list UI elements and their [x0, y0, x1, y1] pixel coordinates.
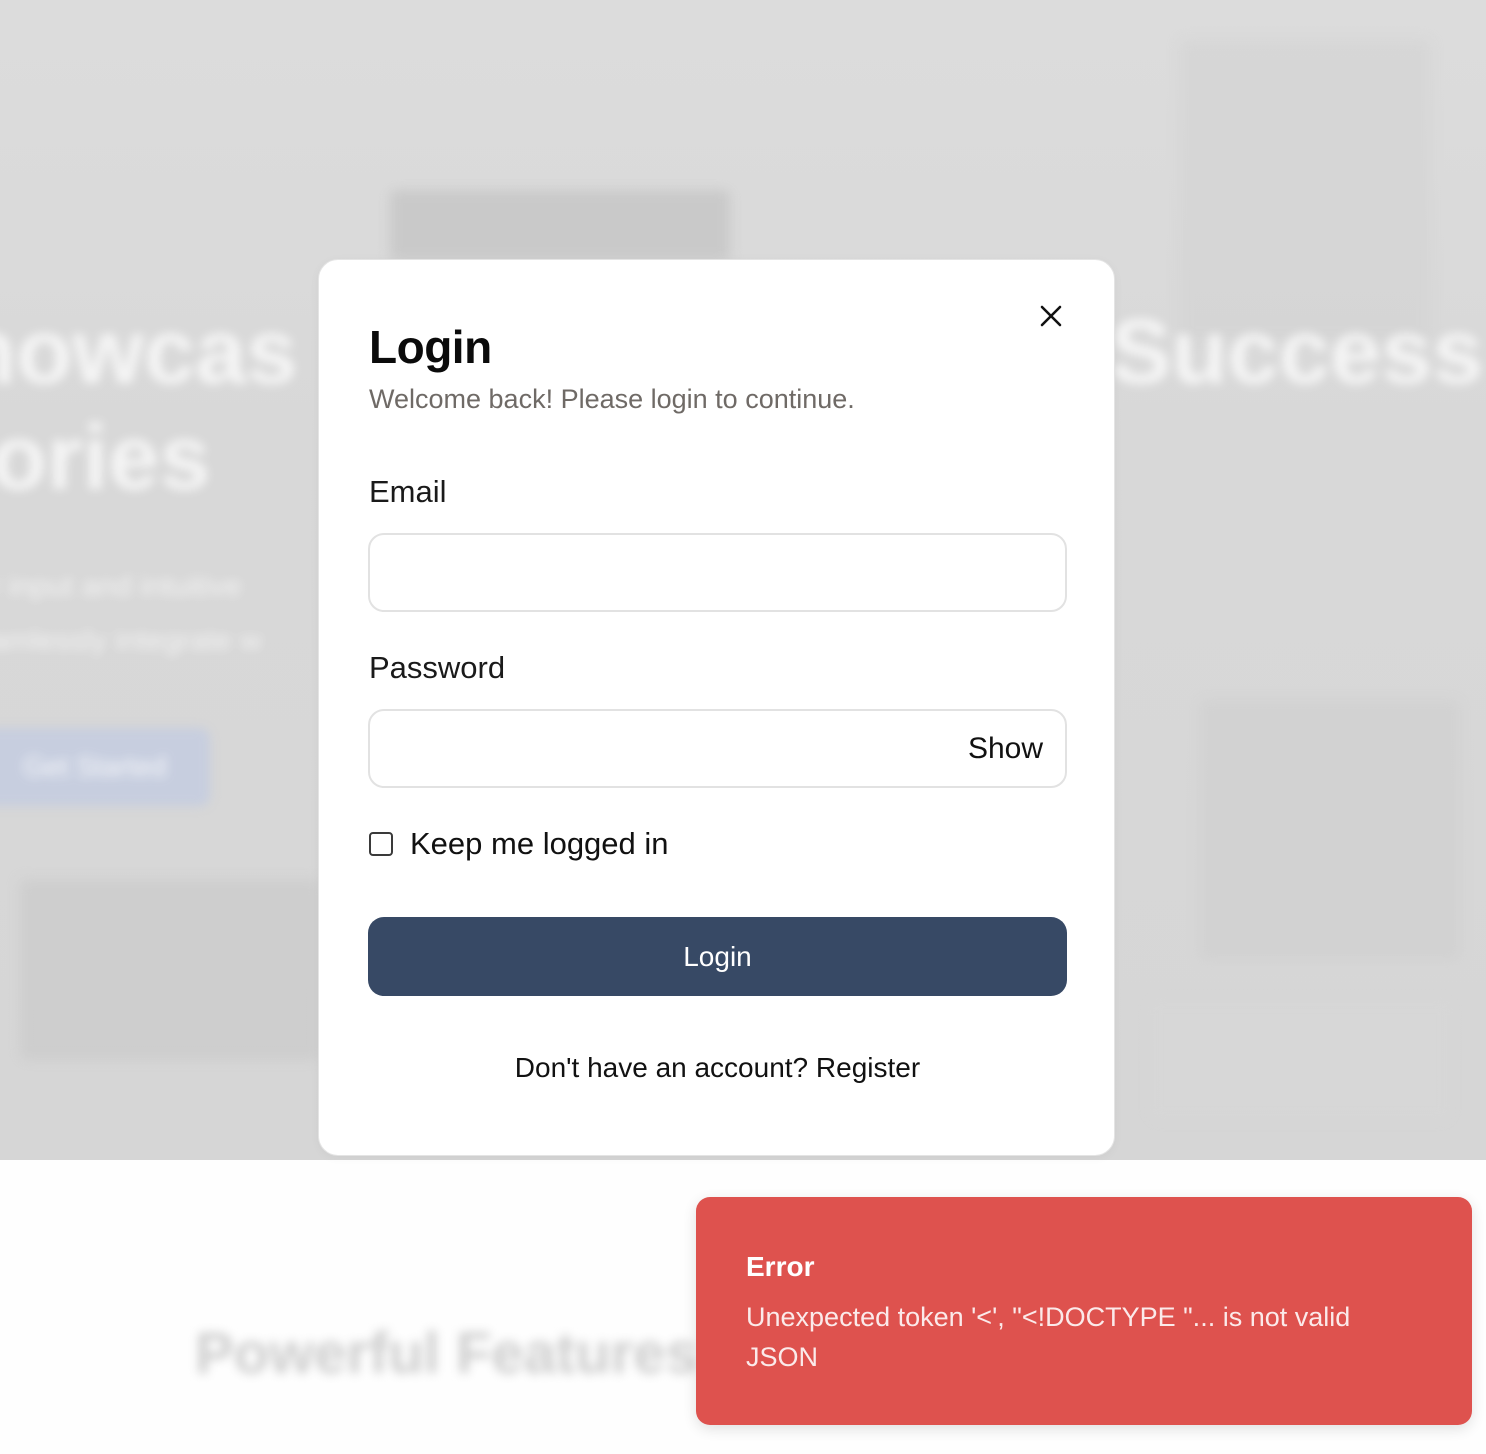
background-hero-title: howcas tories	[0, 300, 297, 512]
keep-logged-in-checkbox[interactable]	[369, 832, 393, 856]
modal-title: Login	[369, 321, 492, 373]
register-prompt: Don't have an account? Register	[319, 1052, 1116, 1084]
login-button[interactable]: Login	[368, 917, 1067, 996]
close-button[interactable]	[1033, 298, 1069, 334]
toast-message: Unexpected token '<', "<!DOCTYPE "... is…	[746, 1302, 1351, 1372]
background-hero-subtitle: r input and intuitive amlessly integrate…	[0, 560, 262, 668]
register-link[interactable]: Register	[816, 1052, 920, 1083]
password-field[interactable]	[370, 711, 1065, 786]
error-toast[interactable]: Error Unexpected token '<', "<!DOCTYPE "…	[696, 1197, 1472, 1425]
email-label: Email	[369, 474, 447, 509]
page: howcas tories Success r input and intuit…	[0, 0, 1486, 1454]
close-icon	[1040, 305, 1062, 327]
background-hero-title-right: Success	[1110, 301, 1484, 403]
register-prompt-text: Don't have an account?	[514, 1052, 809, 1083]
login-modal: Login Welcome back! Please login to cont…	[318, 259, 1115, 1156]
password-field-wrapper: Show	[368, 709, 1067, 788]
background-hero-button: Get Started	[0, 728, 210, 806]
background-shape	[1150, 1000, 1450, 1120]
background-hero-subtitle-line2: amlessly integrate w	[0, 624, 262, 657]
background-hero-title-line1: howcas	[0, 301, 298, 403]
background-shape	[1180, 40, 1430, 340]
toast-title: Error	[746, 1251, 815, 1282]
modal-subtitle: Welcome back! Please login to continue.	[369, 384, 855, 414]
background-section-title: Powerful Features	[195, 1321, 698, 1386]
background-hero-subtitle-line1: r input and intuitive	[0, 570, 242, 603]
background-shape	[390, 190, 730, 260]
keep-logged-in-label[interactable]: Keep me logged in	[410, 826, 669, 862]
email-field[interactable]	[370, 535, 1065, 610]
background-hero-title-line2: tories	[0, 406, 211, 509]
show-password-toggle[interactable]: Show	[968, 711, 1043, 786]
background-shape	[1200, 700, 1460, 960]
email-field-wrapper	[368, 533, 1067, 612]
background-shape	[20, 880, 320, 1060]
password-label: Password	[369, 650, 506, 685]
